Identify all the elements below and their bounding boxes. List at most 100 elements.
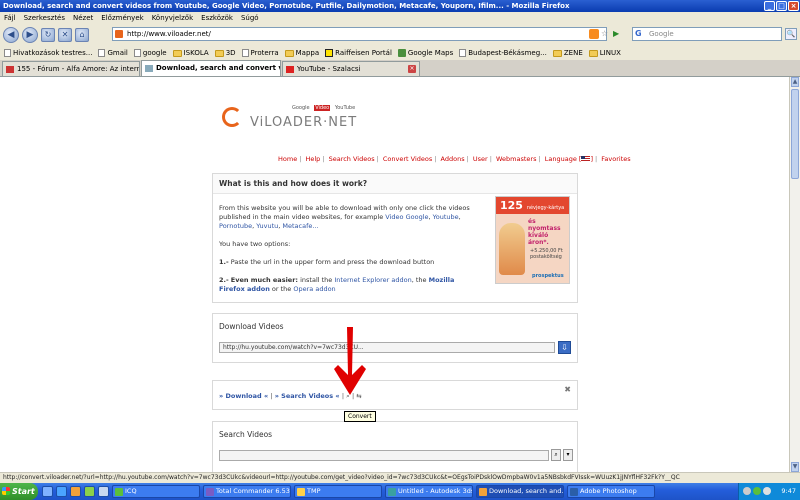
convert-download-link[interactable]: » Download « <box>219 392 268 400</box>
bookmark-item[interactable]: ZENE <box>552 49 583 57</box>
tab-viloader[interactable]: Download, search and convert vi... <box>141 60 281 76</box>
bookmark-label: Gmail <box>107 49 128 57</box>
search-submit-icon[interactable]: ⌕ <box>551 449 561 461</box>
tab-youtube[interactable]: YouTube - Szalacsi × <box>282 61 420 76</box>
tab-label: YouTube - Szalacsi <box>297 65 361 73</box>
link-opera-addon[interactable]: Opera addon <box>293 285 335 293</box>
search-options-icon[interactable]: ▾ <box>563 449 573 461</box>
rss-icon[interactable] <box>589 29 599 39</box>
show-desktop-icon[interactable] <box>42 486 53 497</box>
task-tmp[interactable]: TMP <box>294 485 382 498</box>
bookmark-item[interactable]: ISKOLA <box>172 49 209 57</box>
nav-addons[interactable]: Addons <box>441 155 465 163</box>
scroll-up-icon[interactable]: ▲ <box>791 77 799 87</box>
info-paragraph: From this website you will be able to do… <box>219 204 470 230</box>
bookmark-item[interactable]: google <box>133 49 167 57</box>
task-icq[interactable]: ICQ <box>112 485 200 498</box>
maximize-icon[interactable]: □ <box>776 1 787 11</box>
link-youtube[interactable]: Youtube <box>433 213 459 221</box>
menu-bookmarks[interactable]: Könyvjelzők <box>152 14 193 22</box>
task-firefox[interactable]: Download, search and... <box>476 485 564 498</box>
firefox-icon[interactable] <box>70 486 81 497</box>
link-metacafe[interactable]: Metacafe... <box>282 222 318 230</box>
link-ie-addon[interactable]: Internet Explorer addon <box>334 276 411 284</box>
menu-edit[interactable]: Szerkesztés <box>24 14 65 22</box>
search-videos-input[interactable] <box>219 450 549 461</box>
tab-close-icon[interactable]: × <box>408 65 416 73</box>
link-yuvutu[interactable]: Yuvutu <box>256 222 278 230</box>
bookmark-item[interactable]: Hivatkozások testres... <box>4 49 92 57</box>
link-video-google[interactable]: Video Google <box>385 213 428 221</box>
window-controls: _ □ × <box>764 1 799 11</box>
us-flag-icon[interactable] <box>581 156 591 162</box>
task-3ds-max[interactable]: Untitled - Autodesk 3ds ... <box>385 485 473 498</box>
close-icon[interactable]: × <box>788 1 799 11</box>
nav-search-videos[interactable]: Search Videos <box>329 155 375 163</box>
minimize-icon[interactable]: _ <box>764 1 775 11</box>
nav-separator: | <box>466 155 469 163</box>
bookmark-item[interactable]: Gmail <box>98 49 128 57</box>
explorer-icon[interactable] <box>98 486 109 497</box>
page-icon <box>241 49 249 57</box>
home-icon[interactable]: ⌂ <box>75 28 89 42</box>
tab-forum[interactable]: 155 - Fórum - Alfa Amore: Az internet... <box>2 61 140 76</box>
reload-icon[interactable]: ↻ <box>41 28 55 42</box>
nav-separator: | <box>299 155 302 163</box>
nav-convert-videos[interactable]: Convert Videos <box>383 155 432 163</box>
go-icon[interactable]: ▶ <box>613 29 623 39</box>
scroll-down-icon[interactable]: ▼ <box>791 462 799 472</box>
nav-user[interactable]: User <box>473 155 488 163</box>
bookmark-item[interactable]: Proterra <box>241 49 279 57</box>
nav-separator: | <box>322 155 325 163</box>
photoshop-icon <box>570 488 578 496</box>
bookmark-item[interactable]: Raiffeisen Portál <box>325 49 392 57</box>
page-scrollbar[interactable]: ▲ ▼ <box>789 77 800 472</box>
nav-language[interactable]: Language [ <box>545 155 582 163</box>
bookmark-item[interactable]: Budapest-Békásmeg... <box>459 49 547 57</box>
forum-favicon-icon <box>6 66 14 73</box>
task-photoshop[interactable]: Adobe Photoshop <box>567 485 655 498</box>
convert-close-icon[interactable]: ✖ <box>564 385 571 394</box>
menu-tools[interactable]: Eszközök <box>201 14 233 22</box>
media-icon[interactable] <box>84 486 95 497</box>
bookmark-item[interactable]: LINUX <box>588 49 621 57</box>
bookmark-item[interactable]: Google Maps <box>397 49 453 57</box>
bookmark-item[interactable]: Mappa <box>284 49 319 57</box>
tray-chevron-icon[interactable] <box>743 487 751 495</box>
folder-icon <box>297 488 305 496</box>
nav-separator: | <box>538 155 541 163</box>
scrollbar-thumb[interactable] <box>791 89 799 179</box>
tray-network-icon[interactable] <box>763 487 771 495</box>
menu-help[interactable]: Súgó <box>241 14 259 22</box>
page-icon <box>133 49 141 57</box>
nav-home[interactable]: Home <box>278 155 297 163</box>
menu-history[interactable]: Előzmények <box>101 14 143 22</box>
site-logo[interactable]: Google Video YouTube ViLOADER·NET <box>222 101 372 135</box>
convert-box: » Download « | » Search Videos « | ⌕ | ⇆… <box>212 380 578 410</box>
menu-view[interactable]: Nézet <box>73 14 93 22</box>
menu-file[interactable]: Fájl <box>4 14 16 22</box>
link-pornotube[interactable]: Pornotube <box>219 222 252 230</box>
search-input[interactable]: G Google <box>632 27 782 41</box>
bookmark-label: ZENE <box>563 49 583 57</box>
stop-icon[interactable]: ✕ <box>58 28 72 42</box>
tray-icq-icon[interactable] <box>753 487 761 495</box>
task-total-commander[interactable]: Total Commander 6.53 - ... <box>203 485 291 498</box>
star-icon[interactable]: ☆ <box>601 29 611 39</box>
download-url-input[interactable]: http://hu.youtube.com/watch?v=7wc73d3CU.… <box>219 342 555 353</box>
download-button[interactable]: ⇩ <box>558 341 571 354</box>
nav-help[interactable]: Help <box>305 155 320 163</box>
back-icon[interactable]: ◀ <box>3 27 19 43</box>
nav-webmasters[interactable]: Webmasters <box>496 155 536 163</box>
folder-icon <box>552 49 562 57</box>
search-go-icon[interactable]: 🔍 <box>785 28 797 40</box>
bookmark-item[interactable]: 3D <box>214 49 236 57</box>
url-bar[interactable]: http://www.viloader.net/ <box>112 27 607 41</box>
nav-favorites[interactable]: Favorites <box>601 155 630 163</box>
forward-icon[interactable]: ▶ <box>22 27 38 43</box>
start-button[interactable]: Start <box>0 483 38 500</box>
page-icon <box>98 49 106 57</box>
advertisement-banner[interactable]: 125 névjegy-kártya és nyomtass kiváló ár… <box>495 196 570 284</box>
ie-icon[interactable] <box>56 486 67 497</box>
partner-logos: Google Video YouTube <box>292 105 358 111</box>
